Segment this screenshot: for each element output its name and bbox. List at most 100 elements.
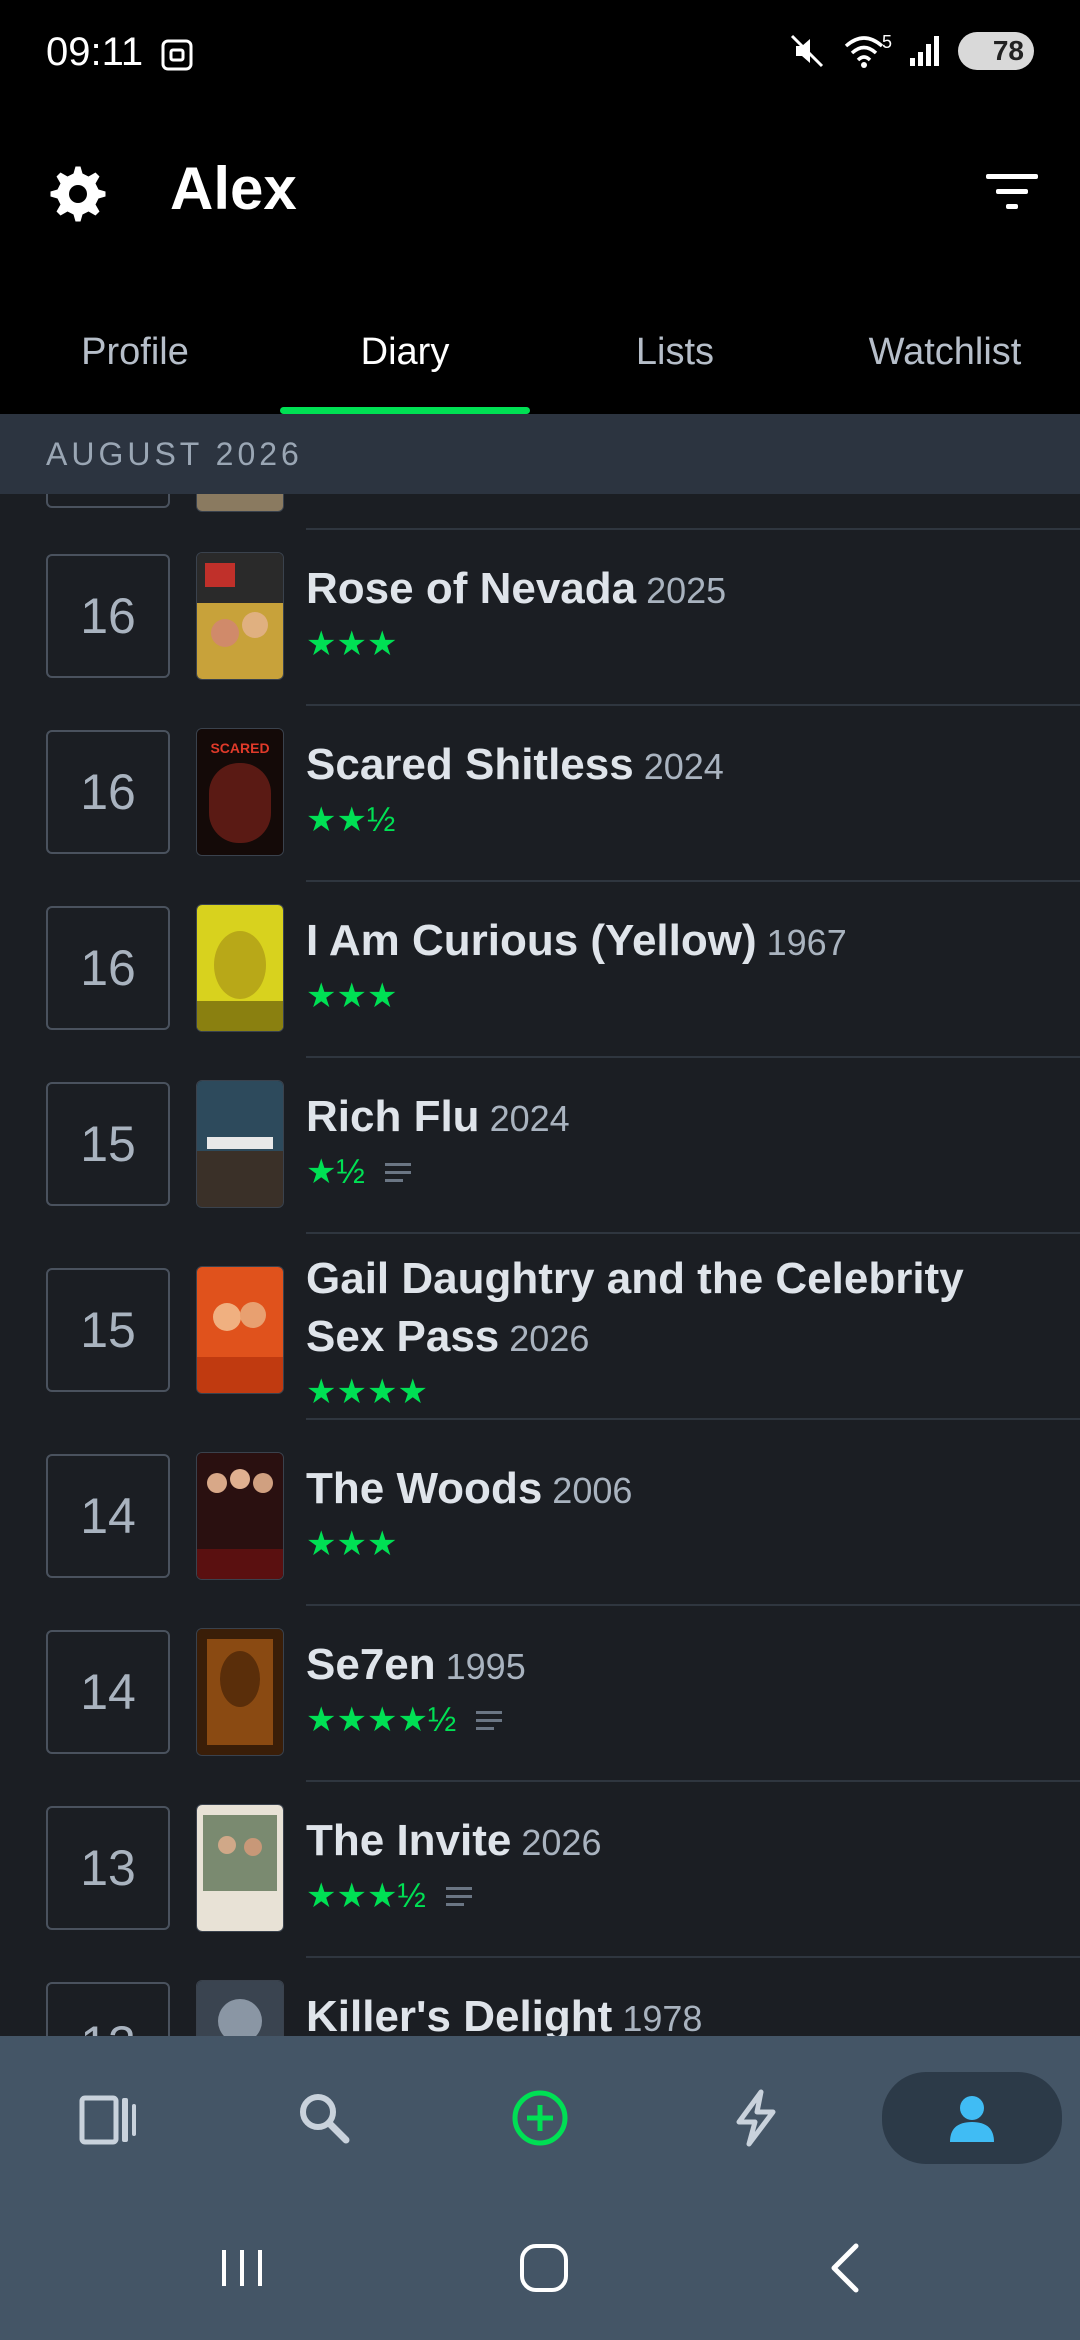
divider bbox=[306, 1956, 1080, 1958]
divider bbox=[306, 1418, 1080, 1420]
day-box: 14 bbox=[46, 1630, 170, 1754]
mute-icon bbox=[790, 34, 824, 68]
poster-thumbnail bbox=[196, 552, 284, 680]
films-icon bbox=[79, 2095, 136, 2145]
day-box: 16 bbox=[46, 730, 170, 854]
film-title: The Invite bbox=[306, 1816, 512, 1865]
entry-info: Se7en 1995 ★★★★½ bbox=[306, 1636, 1050, 1740]
filter-icon[interactable] bbox=[984, 170, 1040, 214]
divider bbox=[306, 1056, 1080, 1058]
entry-info: Rose of Nevada 2025 ★★★ bbox=[306, 560, 1050, 664]
profile-tabs: Profile Diary Lists Watchlist bbox=[0, 312, 1080, 414]
poster-thumbnail bbox=[196, 1628, 284, 1756]
tab-profile[interactable]: Profile bbox=[0, 312, 270, 414]
screenshot-icon bbox=[161, 39, 193, 71]
star-rating: ★★★ bbox=[306, 977, 398, 1015]
back-icon[interactable] bbox=[816, 2238, 876, 2298]
tab-watchlist[interactable]: Watchlist bbox=[810, 312, 1080, 414]
poster-thumbnail bbox=[196, 1980, 284, 2036]
film-title: I Am Curious (Yellow) bbox=[306, 916, 757, 965]
star-rating: ★★★ bbox=[306, 1525, 398, 1563]
poster-thumbnail bbox=[196, 1266, 284, 1394]
system-navigation bbox=[0, 2200, 1080, 2340]
add-icon bbox=[512, 2090, 568, 2146]
entry-info: I Am Curious (Yellow) 1967 ★★★ bbox=[306, 912, 1050, 1016]
film-title: Scared Shitless bbox=[306, 740, 634, 789]
activity-nav-button[interactable] bbox=[706, 2076, 806, 2160]
poster-thumbnail bbox=[196, 1452, 284, 1580]
poster-thumbnail bbox=[196, 1080, 284, 1208]
star-rating: ★★★½ bbox=[306, 1877, 426, 1915]
film-year: 2026 bbox=[509, 1318, 590, 1359]
entry-info: The Invite 2026 ★★★½ bbox=[306, 1812, 1050, 1916]
poster-thumbnail: SCARED bbox=[196, 728, 284, 856]
star-rating: ★★★ bbox=[306, 625, 398, 663]
film-year: 2024 bbox=[643, 746, 724, 787]
divider bbox=[306, 704, 1080, 706]
film-title: Se7en bbox=[306, 1640, 436, 1689]
film-year: 2026 bbox=[521, 1822, 602, 1863]
day-box: 15 bbox=[46, 1082, 170, 1206]
review-icon bbox=[384, 1163, 411, 1182]
divider bbox=[306, 528, 1080, 530]
film-year: 2006 bbox=[552, 1470, 633, 1511]
poster-thumbnail bbox=[196, 494, 284, 512]
film-title: Rich Flu bbox=[306, 1092, 480, 1141]
day-box: 14 bbox=[46, 1454, 170, 1578]
tab-diary[interactable]: Diary bbox=[270, 312, 540, 414]
month-header: AUGUST 2026 bbox=[0, 414, 1080, 494]
film-title: The Woods bbox=[306, 1464, 543, 1513]
film-title: Killer's Delight bbox=[306, 1992, 613, 2036]
film-year: 2025 bbox=[646, 570, 727, 611]
list-item[interactable] bbox=[0, 494, 1080, 512]
status-bar: 09:11 5 78 bbox=[0, 0, 1080, 112]
star-rating: ★½ bbox=[306, 1153, 365, 1191]
search-nav-button[interactable] bbox=[274, 2076, 374, 2160]
profile-icon bbox=[950, 2096, 994, 2142]
app-header: Alex Profile Diary Lists Watchlist bbox=[0, 112, 1080, 414]
tab-lists[interactable]: Lists bbox=[540, 312, 810, 414]
day-box: 15 bbox=[46, 1268, 170, 1392]
home-icon[interactable] bbox=[514, 2238, 574, 2298]
add-nav-button[interactable] bbox=[490, 2076, 590, 2160]
page-title: Alex bbox=[170, 155, 297, 222]
day-box: 13 bbox=[46, 1982, 170, 2036]
film-year: 1978 bbox=[622, 1998, 703, 2036]
poster-thumbnail bbox=[196, 904, 284, 1032]
status-time: 09:11 bbox=[46, 30, 144, 74]
divider bbox=[306, 1232, 1080, 1234]
film-title: Rose of Nevada bbox=[306, 564, 637, 613]
recents-icon[interactable] bbox=[212, 2238, 272, 2298]
wifi-icon bbox=[844, 36, 884, 68]
battery-level: 78 bbox=[992, 35, 1024, 66]
svg-text:SCARED: SCARED bbox=[210, 740, 269, 756]
entry-info: Killer's Delight 1978 bbox=[306, 1988, 1050, 2036]
day-box: 16 bbox=[46, 554, 170, 678]
film-year: 2024 bbox=[489, 1098, 570, 1139]
star-rating: ★★★★ bbox=[306, 1373, 428, 1411]
review-icon bbox=[476, 1711, 503, 1730]
bottom-navigation bbox=[0, 2036, 1080, 2200]
profile-nav-button[interactable] bbox=[882, 2072, 1062, 2164]
day-box bbox=[46, 494, 170, 508]
wifi-badge: 5 bbox=[881, 32, 892, 52]
star-rating: ★★½ bbox=[306, 801, 396, 839]
battery-indicator: 78 bbox=[958, 32, 1034, 70]
diary-list[interactable]: 16 Rose of Nevada 2025 ★★★ 16 SCARED Scar… bbox=[0, 494, 1080, 2036]
entry-info: Rich Flu 2024 ★½ bbox=[306, 1088, 1050, 1192]
entry-info: The Woods 2006 ★★★ bbox=[306, 1460, 1050, 1564]
entry-info: Gail Daughtry and the Celebrity Sex Pass… bbox=[306, 1250, 1050, 1412]
entry-info: Scared Shitless 2024 ★★½ bbox=[306, 736, 1050, 840]
film-year: 1995 bbox=[445, 1646, 526, 1687]
day-box: 16 bbox=[46, 906, 170, 1030]
divider bbox=[306, 1604, 1080, 1606]
divider bbox=[306, 880, 1080, 882]
film-year: 1967 bbox=[766, 922, 847, 963]
signal-icon bbox=[910, 36, 939, 66]
films-nav-button[interactable] bbox=[58, 2076, 158, 2160]
poster-thumbnail bbox=[196, 1804, 284, 1932]
star-rating: ★★★★½ bbox=[306, 1701, 457, 1739]
gear-icon[interactable] bbox=[48, 164, 108, 224]
review-icon bbox=[445, 1887, 472, 1906]
day-box: 13 bbox=[46, 1806, 170, 1930]
